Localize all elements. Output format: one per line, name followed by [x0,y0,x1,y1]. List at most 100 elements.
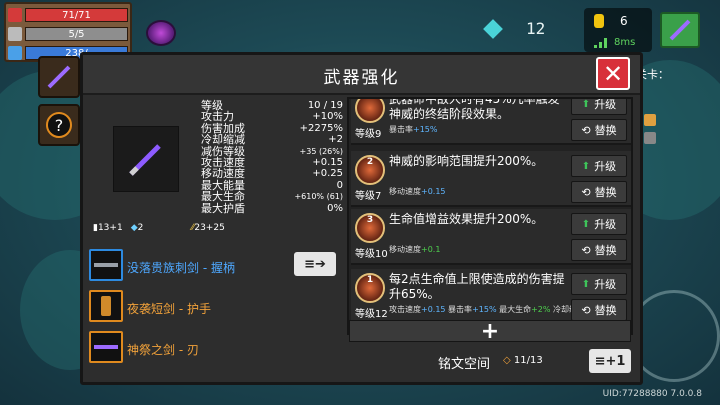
stat-value: +610% (61) [294,192,343,202]
hilt-icon [89,249,123,281]
sword-icon [129,144,161,176]
inscription-card: 等级9 武器命中敌人时有45%几率触发神威的终结阶段效果。 暴击率+15% ⬆ 升级 ⟲ 替… [351,97,631,145]
svg-text:?: ? [55,116,64,135]
dialog-header: 武器强化 ✕ [83,55,640,95]
swap-components-button[interactable]: ≡➔ [294,252,336,276]
arrow-up-icon: ⬆ [581,278,591,290]
inscription-card: 3 等级10 生命值增益效果提升200%。移动速度+0.1 ⬆ 升级 ⟲ 替换 [351,209,631,265]
buff-icon [644,132,656,144]
inscription-level: 等级7 [355,191,382,202]
sword-icon [47,65,71,89]
crit-stat: ◆2 [130,223,144,233]
sword-icon [669,19,691,41]
stat-value: +2275% [299,122,343,134]
dialog-title: 武器强化 [323,68,400,88]
energy-icon [8,45,22,60]
component-row[interactable]: 神祭之剑 - 刃 [89,329,289,367]
blade-icon [89,331,123,363]
replace-button[interactable]: ⟲ 替换 [571,299,627,321]
replace-button[interactable]: ⟲ 替换 [571,239,627,261]
inscription-badge-icon: 2 [355,155,385,185]
gem-count: 12 [526,19,546,38]
guard-icon [89,290,123,322]
hp-row: 71/71 [8,6,128,23]
component-label: 夜袭短剑 - 护手 [127,302,211,316]
expand-inscription-button[interactable]: ≡+1 [589,349,631,373]
swap-icon: ⟲ [581,243,591,257]
stat-row: 最大生命 +610% (61) [201,191,343,203]
diamond-icon: ◇ [503,355,511,366]
shield-icon [8,26,22,41]
bonus-part: 暴击率 [445,305,473,314]
uid-label: UID:77288880 7.0.0.8 [602,389,702,399]
component-row[interactable]: 夜袭短剑 - 护手 [89,288,289,326]
inscription-level: 等级10 [355,249,388,260]
bonus-part: +2% [531,305,551,314]
stat-value: +35 (26%) [299,146,343,156]
inscription-description: 武器命中敌人时有45%几率触发神威的终结阶段效果。 [389,97,560,121]
close-button[interactable]: ✕ [596,57,630,90]
replace-button[interactable]: ⟲ 替换 [571,181,627,203]
question-icon: ? [46,112,72,138]
upgrade-button[interactable]: ⬆ 升级 [571,213,627,235]
swap-icon: ⟲ [581,185,591,199]
arrow-up-icon: ⬆ [581,218,591,230]
upgrade-button[interactable]: ⬆ 升级 [571,99,627,115]
stat-row: 冷却缩减 +2 [201,133,343,147]
stat-value: +0.25 [312,168,343,180]
inscription-description: 生命值增益效果提升200%。 [389,212,544,226]
inscription-badge-icon: 3 [355,213,385,243]
upgrade-button[interactable]: ⬆ 升级 [571,155,627,177]
inscription-bonus: 移动速度+0.15 [389,186,446,197]
bonus-part: +15% [472,305,497,314]
stat-value: 0% [327,202,343,214]
help-button[interactable]: ? [38,104,80,146]
component-label: 神祭之剑 - 刃 [127,343,199,357]
upgrade-button[interactable]: ⬆ 升级 [571,273,627,295]
coin-count: 6 [620,14,628,28]
inscription-list[interactable]: 等级9 武器命中敌人时有45%几率触发神威的终结阶段效果。 暴击率+15% ⬆ 升级 ⟲ 替… [347,97,633,335]
bonus-part: +0.1 [421,245,441,254]
weapon-info-panel: ▮13+1 ◆2 ⁄⁄23+25 等级 10 / 19 攻击力 +10% 伤害加成 +22… [89,100,343,238]
energy-cost-stat: ▮13+1 [93,223,123,233]
shield-row: 5/5 [8,25,128,42]
swap-icon: ⟲ [581,303,591,317]
coin-icon [594,14,604,28]
bonus-part: 最大生命 [496,305,532,314]
inscription-level: 等级12 [355,309,388,320]
stat-value: 0 [336,179,343,191]
weapon-upgrade-dialog: 武器强化 ✕ ▮13+1 ◆2 ⁄⁄23+25 等级 10 / 19 攻击力 +10%… [80,52,643,385]
boss-icon [146,20,176,46]
buff-icon [644,114,656,126]
inscription-description: 每2点生命值上限使造成的伤害提升65%。 [389,272,565,301]
inscription-badge-icon: 1 [355,273,385,303]
inscription-badge-icon [355,99,385,123]
equipped-weapon-slot[interactable] [660,12,700,48]
component-row[interactable]: 没落贵族刺剑 - 握柄 [89,247,289,285]
buff-icons [644,114,660,150]
inscription-space-label: 铭文空间 [438,357,491,372]
weapon-mini-stats: ▮13+1 ◆2 ⁄⁄23+25 [93,223,225,233]
stat-value: +10% [312,111,343,123]
coin-panel: 6 8ms [584,8,652,52]
inscription-card: 1 等级12 每2点生命值上限使造成的伤害提升65%。攻击速度+0.15 暴击率+1… [351,269,631,325]
inscription-bonus: 攻击速度+0.15 暴击率+15% 最大生命+2% 冷却缩减+2 [389,304,597,315]
add-inscription-button[interactable]: + [349,319,631,344]
replace-button[interactable]: ⟲ 替换 [571,119,627,141]
component-list: 没落贵族刺剑 - 握柄 夜袭短剑 - 护手 神祭之剑 - 刃 [89,247,289,370]
weapon-preview [113,126,179,192]
stat-value: 10 / 19 [307,100,343,111]
heart-icon [8,7,22,22]
inscription-space-value: ◇ 11/13 [503,355,543,366]
stat-label: 冷却缩减 [201,133,245,147]
hp-value: 71/71 [62,9,91,21]
shield-value: 5/5 [68,28,85,40]
gem-icon [483,19,503,39]
swap-icon: ⟲ [581,123,591,137]
weapon-button[interactable] [38,56,80,98]
arrow-up-icon: ⬆ [581,160,591,172]
signal-icon [594,38,607,48]
bonus-part: 移动速度 [389,245,421,254]
bonus-part: 移动速度 [389,187,421,196]
bonus-part: 攻击速度 [389,305,421,314]
